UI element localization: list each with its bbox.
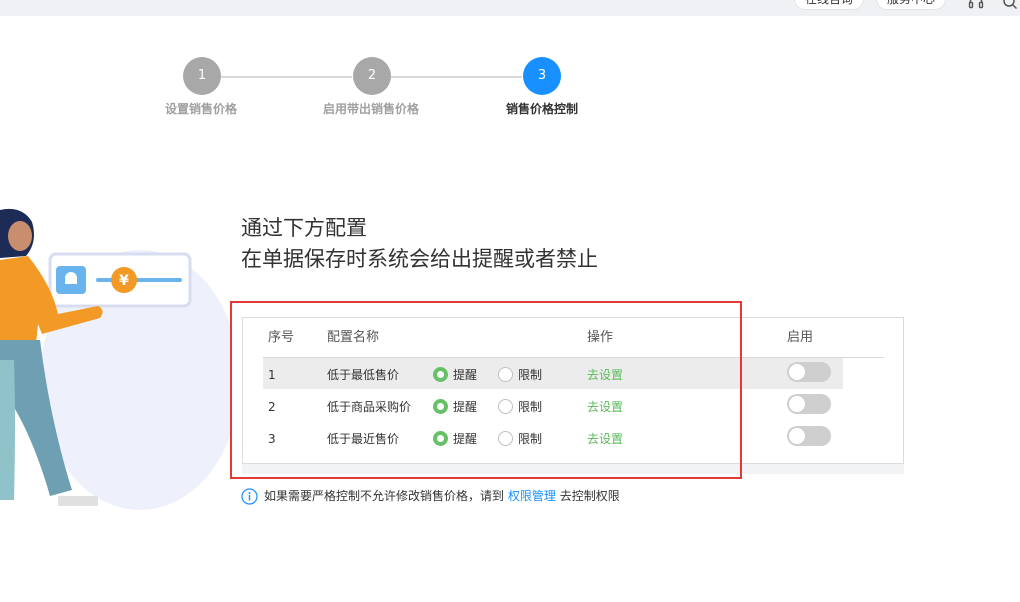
step-2-label: 启用带出销售价格 bbox=[323, 102, 420, 116]
toggle-knob bbox=[789, 396, 805, 412]
permission-note: 如果需要严格控制不允许修改销售价格，请到 权限管理 去控制权限 bbox=[264, 488, 620, 504]
page-heading: 通过下方配置 在单据保存时系统会给出提醒或者禁止 bbox=[241, 213, 598, 275]
heading-line-2: 在单据保存时系统会给出提醒或者禁止 bbox=[241, 247, 598, 271]
toggle-knob bbox=[789, 364, 805, 380]
toggle-knob bbox=[789, 428, 805, 444]
step-connector bbox=[221, 76, 352, 78]
step-connector bbox=[391, 76, 522, 78]
online-consult-button[interactable]: 在线咨询 bbox=[794, 0, 865, 10]
row-3-enable-toggle[interactable] bbox=[787, 426, 831, 446]
service-center-button[interactable]: 服务中心 bbox=[876, 0, 947, 10]
info-icon bbox=[241, 488, 258, 505]
top-bar bbox=[0, 0, 1020, 16]
row-2-enable-toggle[interactable] bbox=[787, 394, 831, 414]
step-1-label: 设置销售价格 bbox=[165, 102, 238, 116]
headset-icon[interactable] bbox=[968, 0, 984, 10]
row-1-enable-toggle[interactable] bbox=[787, 362, 831, 382]
illustration: ¥ bbox=[0, 208, 230, 510]
step-3-label: 销售价格控制 bbox=[506, 102, 579, 116]
note-suffix: 去控制权限 bbox=[559, 489, 620, 503]
highlight-frame bbox=[230, 301, 742, 479]
header-enable: 启用 bbox=[787, 330, 814, 345]
step-2-circle: 2 bbox=[353, 57, 391, 95]
permission-management-link[interactable]: 权限管理 bbox=[508, 489, 556, 503]
heading-line-1: 通过下方配置 bbox=[241, 216, 367, 240]
svg-text:¥: ¥ bbox=[119, 273, 129, 289]
step-3-circle: 3 bbox=[523, 57, 561, 95]
note-prefix: 如果需要严格控制不允许修改销售价格，请到 bbox=[264, 489, 505, 503]
step-1-circle: 1 bbox=[183, 57, 221, 95]
search-icon[interactable] bbox=[1002, 0, 1018, 10]
